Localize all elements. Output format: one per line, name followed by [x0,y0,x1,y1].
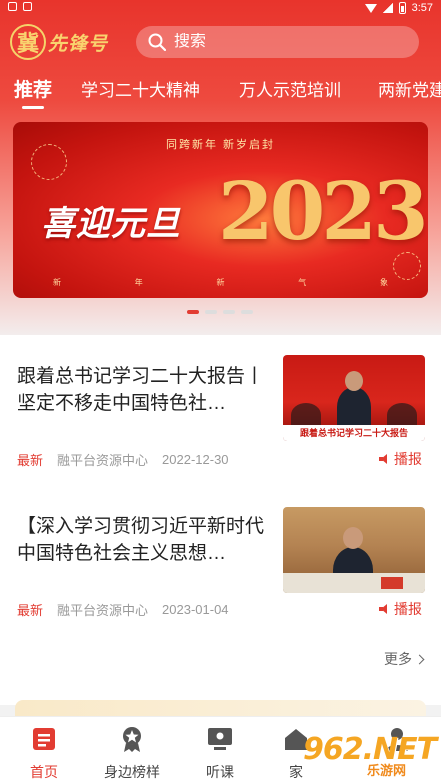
figure-head [343,527,363,549]
news-list: 跟着总书记学习二十大报告丨坚定不移走中国特色社… 跟着总书记学习二十大报告 最新… [0,335,441,705]
tab-home[interactable]: 首页 [4,725,84,782]
news-tag: 最新 [17,603,44,618]
banner-footer-char: 新 [216,278,225,287]
carousel-dot[interactable] [223,310,235,314]
tab-role-models[interactable]: 身边榜样 [92,725,172,782]
more-label: 更多 [384,651,412,667]
news-meta: 最新 融平台资源中心 2022-12-30 [17,450,229,469]
banner-footer-char: 年 [134,278,143,287]
watermark-sub: 乐游网 [367,763,407,778]
app-notification-icon [23,2,32,11]
home-icon [33,728,55,750]
news-title[interactable]: 【深入学习贯彻习近平新时代中国特色社会主义思想… [17,513,267,567]
signal-icon [382,3,393,13]
news-card[interactable]: 跟着总书记学习二十大报告丨坚定不移走中国特色社… 跟着总书记学习二十大报告 最新… [0,355,441,485]
figure [291,403,321,427]
banner-footer-char: 新 [53,278,61,287]
carousel-dot[interactable] [205,310,217,314]
table-decoration [283,573,425,593]
news-meta: 最新 融平台资源中心 2023-01-04 [17,600,229,619]
broadcast-button[interactable]: 播报 [379,599,422,619]
banner-subtitle: 同跨新年 新岁启封 [165,139,276,151]
banner-footer: 新 年 新 气 象 [53,277,388,288]
search-input[interactable] [174,33,394,51]
tab-study-20th[interactable]: 学习二十大精神 [81,76,200,101]
news-date: 2023-01-04 [162,602,229,617]
broadcast-label: 播报 [394,601,422,617]
speaker-icon [379,604,390,614]
news-title[interactable]: 跟着总书记学习二十大报告丨坚定不移走中国特色社… [17,363,267,417]
tab-party-building[interactable]: 两新党建 [378,76,441,101]
logo-text: 先锋号 [48,32,109,55]
thumbnail-caption: 跟着总书记学习二十大报告 [283,425,425,441]
figure [387,403,417,427]
banner-year: 2023 [218,164,428,258]
speaker-icon [379,454,390,464]
banner-carousel[interactable]: 同跨新年 新岁启封 喜迎元旦 2023 新 年 新 气 象 [13,122,428,298]
news-tag: 最新 [17,453,44,468]
tab-label: 身边榜样 [104,764,160,780]
broadcast-label: 播报 [394,451,422,467]
watermark-logo: 962.NET 乐游网 [303,730,438,778]
notification-icon [8,2,17,11]
logo-mark: 冀 [10,24,46,60]
app-logo[interactable]: 冀 先锋号 [10,22,120,62]
more-link[interactable]: 更多 [384,649,425,669]
tab-label: 首页 [30,764,58,780]
chevron-right-icon [414,654,425,664]
active-tab-indicator [22,106,44,109]
tab-lectures[interactable]: 听课 [180,725,260,782]
status-time: 3:57 [411,2,433,14]
lecture-icon [208,728,232,750]
figure-head [345,371,363,391]
badge-icon [123,727,141,752]
search-bar[interactable] [136,26,419,58]
carousel-indicator [187,310,253,314]
news-source: 融平台资源中心 [57,453,149,468]
broadcast-button[interactable]: 播报 [379,449,422,469]
banner-footer-char: 象 [380,278,388,287]
tab-recommend[interactable]: 推荐 [14,75,52,102]
carousel-dot[interactable] [241,310,253,314]
search-icon [148,33,166,51]
news-thumbnail[interactable]: 跟着总书记学习二十大报告 [283,355,425,441]
tab-label: 听课 [206,764,234,780]
tab-demo-training[interactable]: 万人示范培训 [239,76,341,101]
category-tabs: 推荐 学习二十大精神 万人示范培训 两新党建 [0,72,441,112]
banner-greeting: 喜迎元旦 [41,204,181,244]
banner-footer-char: 气 [298,278,307,287]
news-source: 融平台资源中心 [57,603,149,618]
wifi-icon [364,3,377,13]
carousel-dot[interactable] [187,310,199,314]
battery-icon [398,2,406,14]
nameplate-decoration [381,577,403,589]
news-card[interactable]: 【深入学习贯彻习近平新时代中国特色社会主义思想… 最新 融平台资源中心 2023… [0,505,441,635]
top-bar: 冀 先锋号 [0,22,441,62]
news-thumbnail[interactable] [283,507,425,593]
news-date: 2022-12-30 [162,452,229,467]
figure [337,387,371,427]
status-bar: 3:57 [0,0,441,18]
